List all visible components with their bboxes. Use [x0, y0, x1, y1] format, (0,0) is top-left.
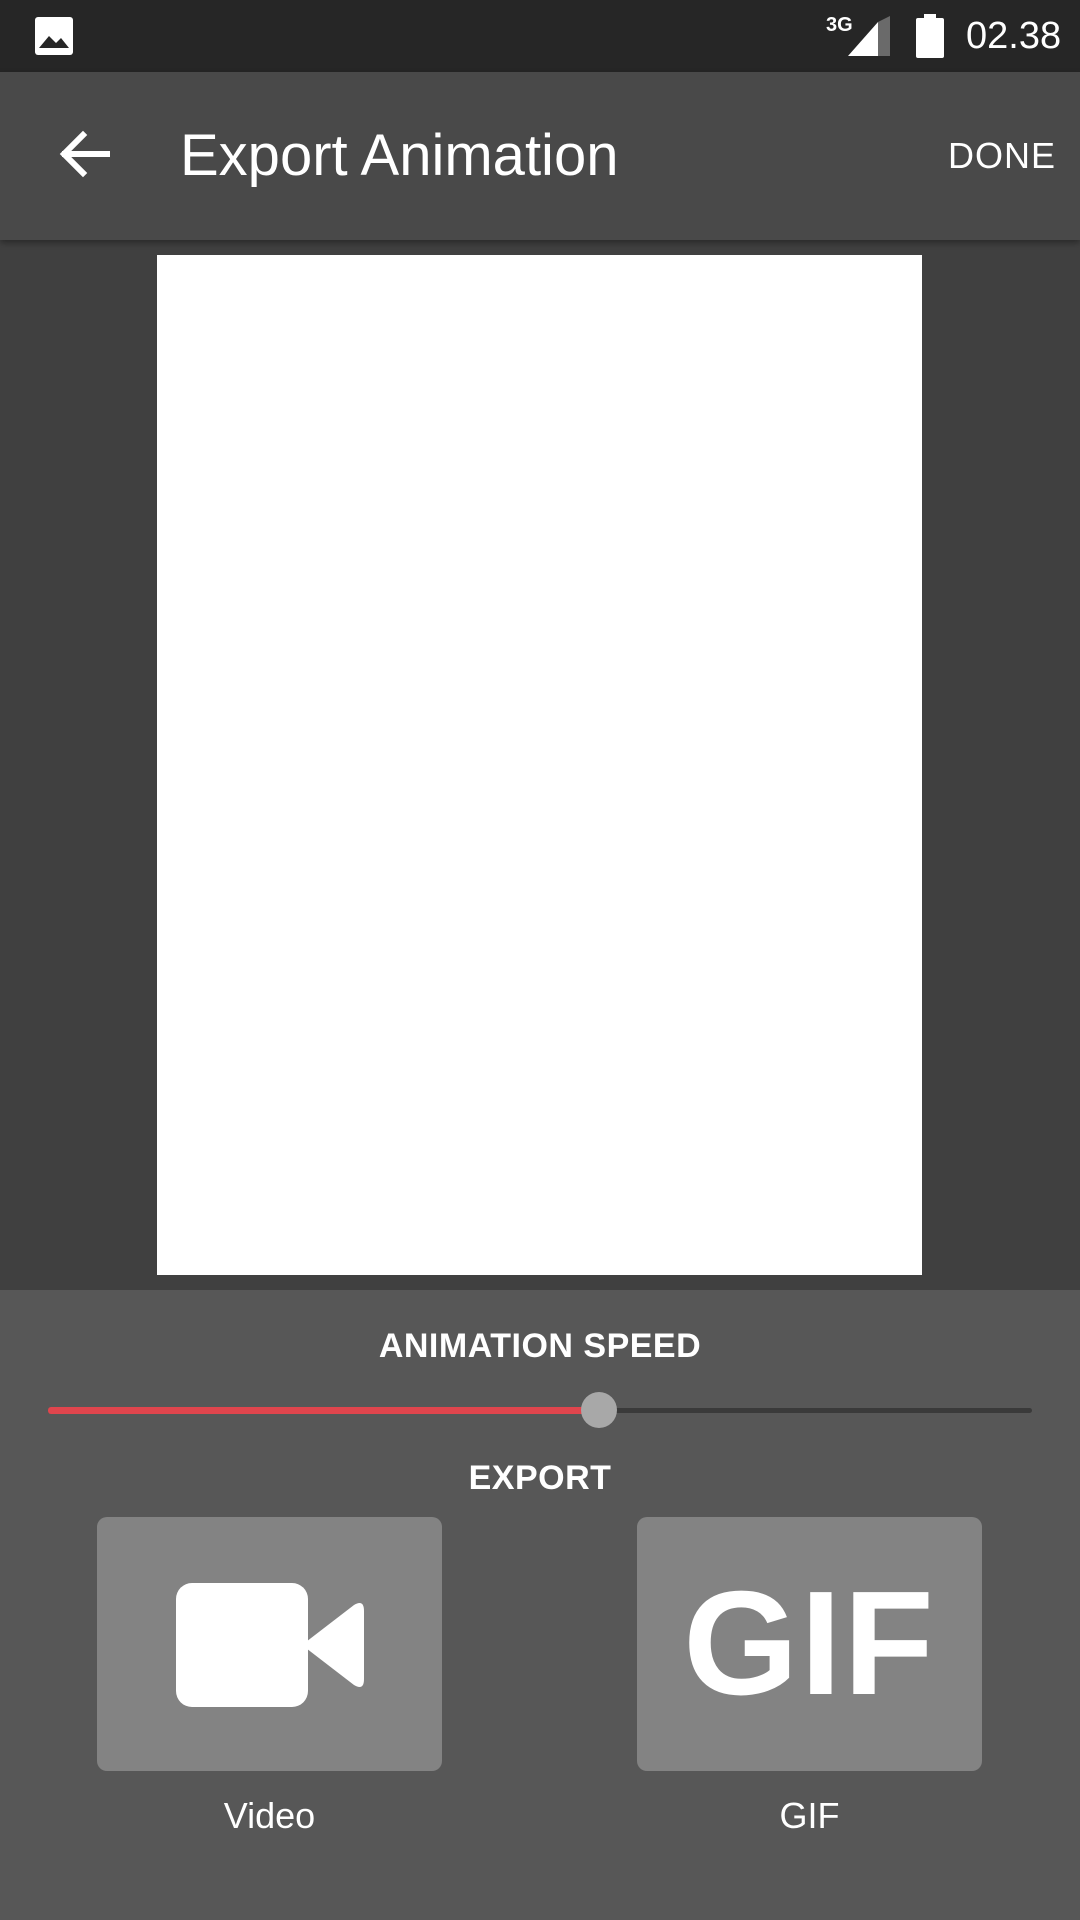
- done-button[interactable]: DONE: [948, 134, 1056, 178]
- export-title: EXPORT: [468, 1459, 612, 1497]
- animation-preview: [157, 255, 922, 1275]
- status-time: 02.38: [966, 15, 1062, 57]
- export-gif-button[interactable]: GIF: [637, 1517, 982, 1771]
- export-video-button[interactable]: [97, 1517, 442, 1771]
- app-bar: Export Animation DONE: [0, 72, 1080, 240]
- export-animation-screen: 3G 02.38 Export Animation DONE ANIMATION…: [0, 0, 1080, 1920]
- arrow-back-icon: [59, 130, 110, 178]
- page-title: Export Animation: [180, 123, 619, 188]
- battery-icon: [916, 14, 944, 58]
- video-label: Video: [223, 1795, 316, 1836]
- signal-icon: [848, 16, 890, 56]
- export-panel: ANIMATION SPEED EXPORT Video GIF GIF: [0, 1290, 1080, 1920]
- back-button[interactable]: [44, 114, 124, 194]
- animation-speed-slider[interactable]: [48, 1390, 1032, 1430]
- videocam-icon: [175, 1583, 364, 1707]
- status-bar: 3G 02.38: [0, 0, 1080, 72]
- slider-fill: [48, 1407, 600, 1414]
- gif-label: GIF: [779, 1795, 840, 1836]
- gif-icon: GIF: [683, 1561, 936, 1726]
- slider-thumb[interactable]: [581, 1392, 618, 1428]
- animation-speed-title: ANIMATION SPEED: [378, 1327, 702, 1365]
- preview-area: [0, 240, 1080, 1290]
- gallery-icon: [35, 17, 73, 55]
